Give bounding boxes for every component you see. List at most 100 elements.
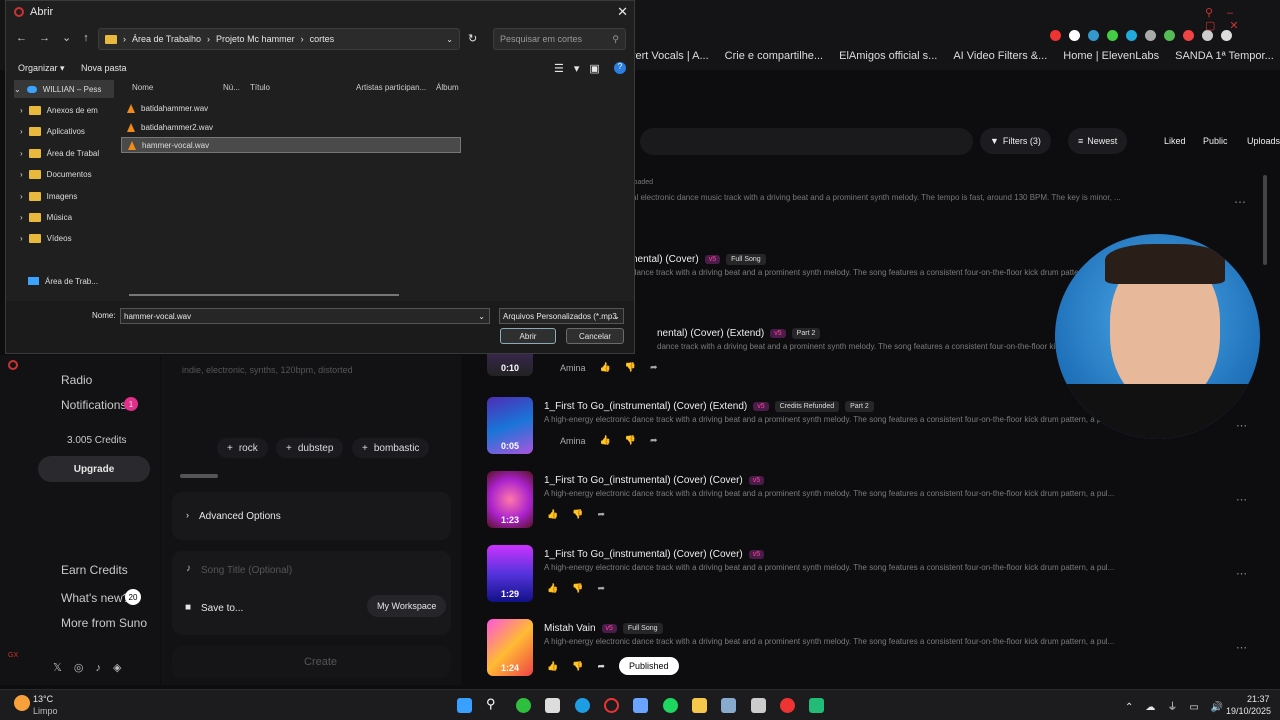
filename-input[interactable]: hammer-vocal.wav ⌄ <box>120 308 490 324</box>
app-icon[interactable] <box>545 698 560 713</box>
list-scrollbar[interactable] <box>1263 175 1267 265</box>
advanced-options-toggle[interactable]: › Advanced Options <box>172 492 451 540</box>
tree-item[interactable]: › Vídeos <box>20 229 72 247</box>
breadcrumb-item[interactable]: cortes <box>310 34 335 44</box>
sort-newest-button[interactable]: ≡ Newest <box>1068 128 1128 154</box>
share-icon[interactable]: ➦ <box>597 583 605 594</box>
nav-radio[interactable]: Radio <box>61 373 92 387</box>
organize-button[interactable]: Organizar ▾ <box>18 63 65 74</box>
search-input[interactable]: Pesquisar em cortes ⚲ <box>493 28 626 50</box>
nav-earn-credits[interactable]: Earn Credits <box>61 563 128 577</box>
liked-button[interactable]: Liked <box>1154 128 1196 154</box>
help-icon[interactable]: ? <box>614 62 626 74</box>
new-folder-button[interactable]: Nova pasta <box>81 63 127 73</box>
tree-item[interactable]: › Área de Trabal <box>20 144 99 162</box>
extension-icon[interactable] <box>1183 30 1194 41</box>
bookmark[interactable]: vert Vocals | A... <box>630 50 709 62</box>
dislike-icon[interactable]: 👎 <box>625 435 636 446</box>
tree-item[interactable]: › Documentos <box>20 165 92 183</box>
app-icon[interactable] <box>780 698 795 713</box>
extension-icon[interactable] <box>1050 30 1061 41</box>
view-options[interactable]: ☰▾▣ <box>554 62 610 75</box>
published-button[interactable]: Published <box>618 657 679 675</box>
share-icon[interactable]: ➦ <box>650 362 658 373</box>
tree-item-user[interactable]: ⌄ WILLIAN – Pess <box>14 80 114 98</box>
create-button[interactable]: Create <box>172 646 451 678</box>
like-icon[interactable]: 👍 <box>547 661 558 672</box>
like-icon[interactable]: 👍 <box>600 435 611 446</box>
tree-item[interactable]: › Imagens <box>20 187 77 205</box>
more-options-icon[interactable]: ⋯ <box>1236 641 1247 654</box>
window-controls[interactable]: ⚲–▢✕ <box>1205 6 1280 32</box>
gx-icon[interactable]: GX <box>8 652 18 659</box>
app-icon[interactable] <box>721 698 736 713</box>
artist-name[interactable]: Amina <box>560 363 586 373</box>
nav-notifications[interactable]: Notifications <box>61 398 126 412</box>
chevron-down-icon[interactable]: ⌄ <box>446 35 453 44</box>
workspace-button[interactable]: My Workspace <box>367 595 447 617</box>
extension-icon[interactable] <box>1107 30 1118 41</box>
chip-rock[interactable]: + rock <box>217 438 268 458</box>
song-row[interactable]: 1:23 1_First To Go_(instrumental) (Cover… <box>487 471 1247 539</box>
share-icon[interactable]: ➦ <box>597 509 605 520</box>
opera-gx-icon[interactable] <box>604 698 619 713</box>
breadcrumb-item[interactable]: Projeto Mc hammer <box>216 34 295 44</box>
extension-icon[interactable] <box>1145 30 1156 41</box>
upgrade-button[interactable]: Upgrade <box>38 456 150 482</box>
horizontal-scrollbar[interactable] <box>129 294 399 296</box>
filters-button[interactable]: ▼ Filters (3) <box>980 128 1051 154</box>
bookmark[interactable]: AI Video Filters &... <box>953 50 1047 62</box>
file-item[interactable]: batidahammer2.wav <box>121 119 461 135</box>
app-icon[interactable] <box>633 698 648 713</box>
breadcrumb-item[interactable]: Área de Trabalho <box>132 34 201 44</box>
extension-icon[interactable] <box>1126 30 1137 41</box>
opera-icon[interactable] <box>8 360 18 370</box>
app-icon[interactable] <box>809 698 824 713</box>
open-button[interactable]: Abrir <box>500 328 556 344</box>
extension-icon[interactable] <box>1164 30 1175 41</box>
more-options-icon[interactable]: ⋯ <box>1234 195 1246 209</box>
refresh-icon[interactable]: ↻ <box>468 32 477 45</box>
tree-item[interactable]: › Aplicativos <box>20 122 85 140</box>
more-options-icon[interactable]: ⋯ <box>1236 567 1247 580</box>
app-icon[interactable] <box>751 698 766 713</box>
extension-icon[interactable] <box>1088 30 1099 41</box>
bookmark[interactable]: ElAmigos official s... <box>839 50 937 62</box>
chips-scrollbar[interactable] <box>180 474 218 478</box>
dislike-icon[interactable]: 👎 <box>572 509 583 520</box>
bookmark[interactable]: Home | ElevenLabs <box>1063 50 1159 62</box>
file-type-select[interactable]: Arquivos Personalizados (*.mp3 ⌄ <box>499 308 624 324</box>
start-icon[interactable] <box>457 698 472 713</box>
social-icons[interactable]: 𝕏◎♪◈ <box>53 661 133 674</box>
song-row[interactable]: 1:29 1_First To Go_(instrumental) (Cover… <box>487 545 1247 613</box>
like-icon[interactable]: 👍 <box>547 509 558 520</box>
search-icon[interactable]: ⚲ <box>486 696 501 711</box>
song-title-input[interactable]: Song Title (Optional) <box>201 565 292 576</box>
close-icon[interactable]: ✕ <box>617 4 628 20</box>
extension-icon[interactable] <box>1069 30 1080 41</box>
share-icon[interactable]: ➦ <box>650 435 658 446</box>
artist-name[interactable]: Amina <box>560 436 586 446</box>
tree-item[interactable]: › Anexos de em <box>20 101 98 119</box>
spotify-icon[interactable] <box>663 698 678 713</box>
style-input[interactable]: indie, electronic, synths, 120bpm, disto… <box>182 365 353 375</box>
cancel-button[interactable]: Cancelar <box>566 328 624 344</box>
more-options-icon[interactable]: ⋯ <box>1236 493 1247 506</box>
address-bar[interactable]: › Área de Trabalho › Projeto Mc hammer › co… <box>98 28 460 50</box>
file-explorer-icon[interactable] <box>692 698 707 713</box>
dislike-icon[interactable]: 👎 <box>625 362 636 373</box>
uploads-button[interactable]: Uploads <box>1237 128 1280 154</box>
tree-item-desktop-pinned[interactable]: Área de Trab... <box>28 272 98 290</box>
share-icon[interactable]: ➦ <box>597 661 605 672</box>
nav-more-from-suno[interactable]: More from Suno <box>61 616 147 630</box>
dislike-icon[interactable]: 👎 <box>572 583 583 594</box>
tree-item[interactable]: › Música <box>20 208 72 226</box>
dislike-icon[interactable]: 👎 <box>572 661 583 672</box>
edge-icon[interactable] <box>575 698 590 713</box>
xbox-icon[interactable] <box>516 698 531 713</box>
nav-arrows[interactable]: ←→⌄↑ <box>16 31 101 44</box>
like-icon[interactable]: 👍 <box>547 583 558 594</box>
bookmark[interactable]: SANDA 1ª Tempor... <box>1175 50 1274 62</box>
nav-whats-new[interactable]: What's new? <box>61 591 129 605</box>
like-icon[interactable]: 👍 <box>600 362 611 373</box>
